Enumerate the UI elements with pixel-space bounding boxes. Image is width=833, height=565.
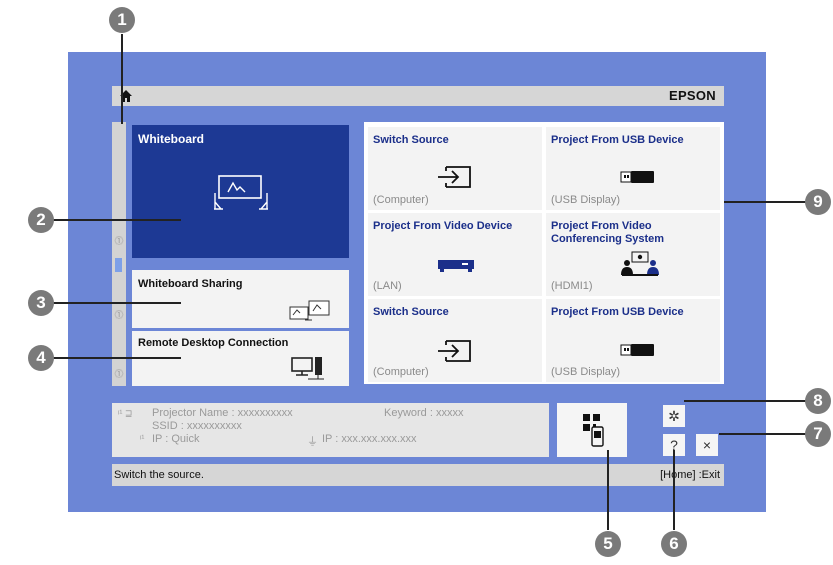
source-tile-title: Switch Source: [373, 134, 449, 146]
status-bar: Switch the source. [Home] :Exit: [112, 464, 724, 486]
brand-logo: EPSON: [668, 88, 716, 103]
wifi-ip: IP : Quick: [152, 433, 200, 445]
callout-line: [52, 357, 181, 359]
callout-marker: 1: [109, 7, 135, 33]
exit-hint: [Home] :Exit: [660, 469, 720, 481]
gear-icon: ✲: [668, 408, 680, 424]
remote-desktop-title: Remote Desktop Connection: [138, 337, 289, 349]
computer-icon: [291, 357, 324, 380]
status-message: Switch the source.: [114, 469, 204, 481]
source-tile-title: Switch Source: [373, 306, 449, 318]
projector-name: Projector Name : xxxxxxxxxx: [152, 407, 293, 419]
qr-code-button[interactable]: [557, 403, 627, 457]
whiteboard-icon: [214, 175, 268, 210]
usb-drive-icon: [620, 344, 654, 356]
keyword: Keyword : xxxxx: [384, 407, 464, 419]
source-tile-subtitle: (HDMI1): [551, 280, 593, 292]
lan-icon: ⏚: [307, 436, 318, 448]
source-tile-title: Project From USB Device: [551, 134, 684, 146]
source-tile-switch-source[interactable]: Switch Source (Computer): [368, 299, 542, 382]
callout-line: [684, 400, 810, 402]
callout-line: [673, 450, 675, 530]
network-icon: ᵎ¹ ⊒: [118, 408, 133, 418]
video-device-icon: [438, 260, 474, 272]
callout-marker: 4: [28, 345, 54, 371]
settings-button[interactable]: ✲: [663, 405, 685, 427]
conference-icon: [621, 251, 659, 276]
callout-marker: 9: [805, 189, 831, 215]
callout-marker: 8: [805, 388, 831, 414]
callout-line: [724, 201, 810, 203]
wifi-icon: ᵎ¹: [140, 433, 145, 443]
input-arrow-icon: [438, 340, 471, 362]
source-tile-video-device[interactable]: Project From Video Device (LAN): [368, 213, 542, 296]
sidebar-scrollbar[interactable]: ⓵ ⓵ ⓵: [112, 122, 126, 386]
callout-line: [719, 433, 811, 435]
usb-drive-icon: [620, 171, 654, 183]
whiteboard-sharing-icon: [289, 300, 330, 321]
input-arrow-icon: [438, 166, 471, 188]
close-button[interactable]: ×: [696, 434, 718, 456]
scroll-mark-icon: ⓵: [114, 236, 124, 246]
callout-line: [607, 450, 609, 530]
source-tile-title: Project From Video Conferencing System: [551, 220, 665, 245]
source-tile-switch-source[interactable]: Switch Source (Computer): [368, 127, 542, 210]
source-tile-usb-device[interactable]: Project From USB Device (USB Display): [546, 299, 720, 382]
callout-marker: 7: [805, 421, 831, 447]
header-bar: EPSON: [112, 86, 724, 106]
projector-info-panel: ᵎ¹ ⊒ Projector Name : xxxxxxxxxx Keyword…: [112, 403, 549, 457]
callout-marker: 3: [28, 290, 54, 316]
ssid: SSID : xxxxxxxxxx: [152, 420, 242, 432]
callout-marker: 5: [595, 531, 621, 557]
qr-code-icon: [583, 414, 604, 447]
callout-line: [121, 34, 123, 124]
scroll-mark-icon: ⓵: [114, 369, 124, 379]
source-tile-subtitle: (USB Display): [551, 366, 621, 378]
source-tile-title: Project From Video Device: [373, 220, 513, 232]
scroll-mark-icon: ⓵: [114, 310, 124, 320]
callout-line: [52, 219, 181, 221]
whiteboard-sharing-tile[interactable]: Whiteboard Sharing: [132, 270, 349, 328]
callout-marker: 2: [28, 207, 54, 233]
lan-ip: IP : xxx.xxx.xxx.xxx: [322, 433, 417, 445]
whiteboard-title: Whiteboard: [138, 132, 204, 146]
callout-marker: 6: [661, 531, 687, 557]
source-tile-title: Project From USB Device: [551, 306, 684, 318]
source-tile-subtitle: (LAN): [373, 280, 402, 292]
scroll-thumb[interactable]: [115, 258, 122, 272]
source-tile-subtitle: (USB Display): [551, 194, 621, 206]
source-grid: Switch Source (Computer) Project From US…: [364, 122, 724, 384]
source-tile-usb-device[interactable]: Project From USB Device (USB Display): [546, 127, 720, 210]
source-tile-video-conferencing[interactable]: Project From Video Conferencing System (…: [546, 213, 720, 296]
source-tile-subtitle: (Computer): [373, 194, 429, 206]
whiteboard-tile[interactable]: Whiteboard: [132, 125, 349, 258]
whiteboard-sharing-title: Whiteboard Sharing: [138, 278, 243, 290]
source-tile-subtitle: (Computer): [373, 366, 429, 378]
callout-line: [52, 302, 181, 304]
